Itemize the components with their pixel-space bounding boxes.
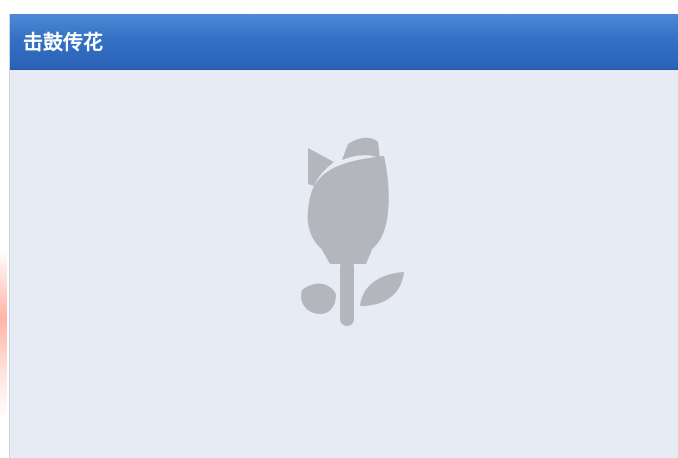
- rose-icon: [301, 137, 404, 326]
- page: 击鼓传花: [0, 0, 678, 458]
- game-panel: 击鼓传花: [9, 14, 678, 458]
- panel-content: [10, 70, 678, 458]
- panel-titlebar: 击鼓传花: [10, 14, 678, 70]
- panel-title: 击鼓传花: [23, 30, 103, 54]
- edge-accent: [0, 250, 7, 420]
